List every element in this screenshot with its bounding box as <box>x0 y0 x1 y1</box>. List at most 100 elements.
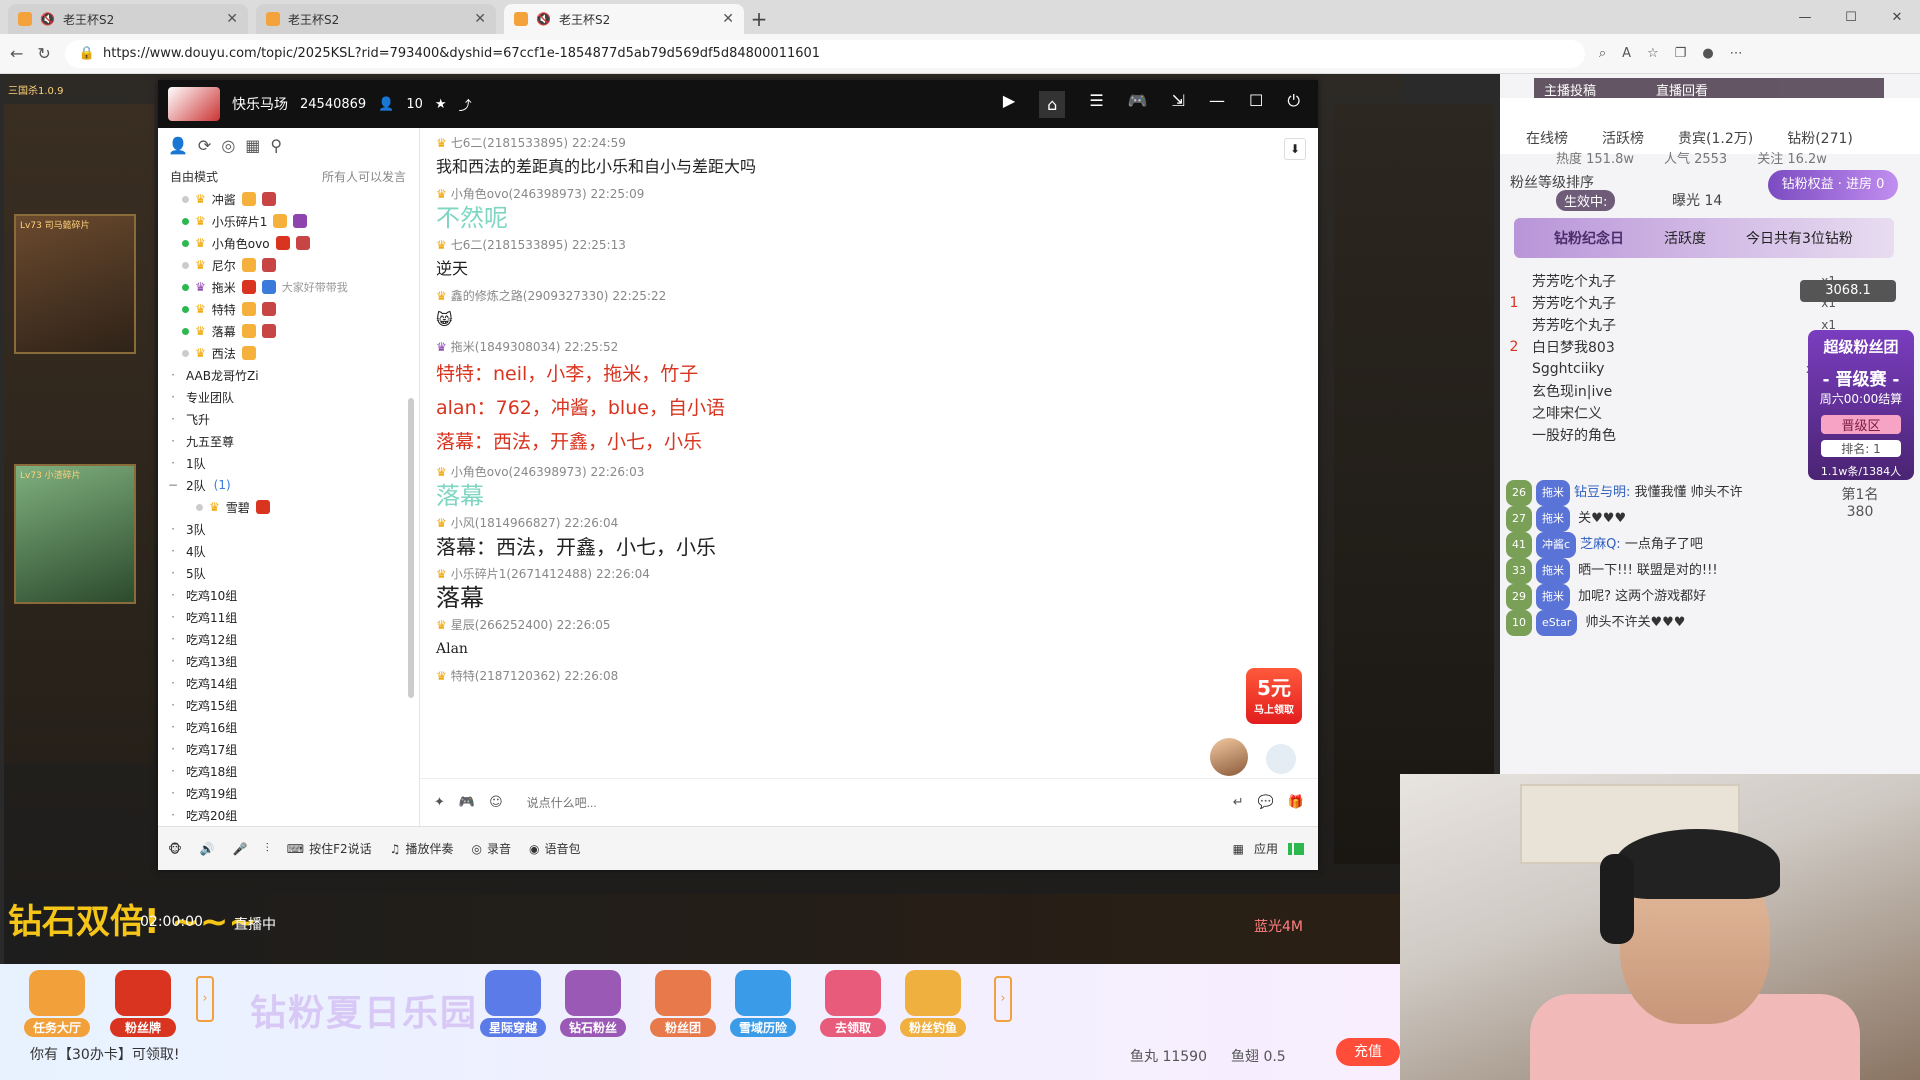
scroll-down-icon[interactable]: ⬇ <box>1284 138 1306 160</box>
activity-item[interactable]: 雪域历险 <box>730 970 796 1040</box>
tab-active[interactable]: 活跃榜 <box>1602 128 1644 148</box>
chat-input[interactable] <box>526 795 967 810</box>
activity-item[interactable]: 星际穿越 <box>480 970 546 1040</box>
charge-button[interactable]: 充值 <box>1336 1038 1400 1066</box>
expand-icon[interactable]: · <box>168 786 178 800</box>
search-icon[interactable]: ⚲ <box>270 136 282 155</box>
gift-icon[interactable]: 🎁 <box>1288 795 1304 810</box>
message-user[interactable]: 特特(2187120362) <box>451 669 561 683</box>
activity-item[interactable]: 钻石粉丝 <box>560 970 626 1040</box>
activity-item[interactable]: 任务大厅 <box>24 970 90 1040</box>
expand-icon[interactable]: · <box>168 566 178 580</box>
gamepad-icon[interactable]: 🎮 <box>1128 91 1148 118</box>
expand-icon[interactable]: · <box>168 412 178 426</box>
zoom-icon[interactable]: ⌕ <box>1599 46 1606 61</box>
chat-bubble-icon[interactable]: 💬 <box>1258 795 1274 810</box>
super-fan-card[interactable]: 超级粉丝团 - 晋级赛 - 周六00:00结算 晋级区 排名: 1 1.1w条/… <box>1808 330 1914 480</box>
expand-icon[interactable]: · <box>168 522 178 536</box>
tab-online[interactable]: 在线榜 <box>1526 128 1568 148</box>
browser-tab-2[interactable]: 老王杯S2 ✕ <box>256 4 496 34</box>
minimize-icon[interactable]: — <box>1782 10 1828 25</box>
mixer-icon[interactable]: ⫶ <box>266 841 269 856</box>
expand-icon[interactable]: · <box>168 764 178 778</box>
danmaku-item[interactable]: 26 拖米 钻豆与明: 我懂我懂 帅头不许 <box>1506 480 1856 506</box>
message-user[interactable]: 七6二(2181533895) <box>451 238 568 252</box>
tab-diamond[interactable]: 钻粉(271) <box>1787 128 1853 148</box>
url-field[interactable]: 🔒 https://www.douyu.com/topic/2025KSL?ri… <box>64 39 1585 68</box>
list-icon[interactable]: ☰ <box>1089 91 1103 118</box>
video-icon[interactable]: ▶ <box>1003 91 1015 118</box>
star-icon[interactable]: ★ <box>435 97 447 112</box>
group-row[interactable]: · 专业团队 <box>168 386 408 408</box>
sort-label[interactable]: 粉丝等级排序 <box>1510 172 1594 192</box>
user-row[interactable]: ♛ 特特 <box>168 298 408 320</box>
reload-icon[interactable]: ↻ <box>37 44 50 63</box>
group-row[interactable]: · 吃鸡16组 <box>168 716 408 738</box>
read-aloud-icon[interactable]: A <box>1622 46 1631 61</box>
push-to-talk-button[interactable]: ⌨ 按住F2说话 <box>287 840 372 857</box>
expand-icon[interactable]: · <box>168 390 178 404</box>
group-row[interactable]: · 吃鸡18组 <box>168 760 408 782</box>
group-row[interactable]: · 4队 <box>168 540 408 562</box>
apps-icon[interactable]: ▦ <box>1233 842 1244 856</box>
danmaku-item[interactable]: 41 冲酱c 芝麻Q: 一点角子了吧 <box>1506 532 1856 558</box>
user-row[interactable]: ♛ 雪碧 <box>168 496 408 518</box>
activity-item[interactable]: 粉丝团 <box>650 970 716 1040</box>
expand-icon[interactable]: · <box>168 676 178 690</box>
chat-mode[interactable]: 自由模式 <box>170 168 218 185</box>
settings-icon[interactable] <box>1266 744 1296 774</box>
submit-link[interactable]: 主播投稿 <box>1544 80 1596 99</box>
expand-icon[interactable]: · <box>168 610 178 624</box>
gamepad-icon[interactable]: 🎮 <box>459 795 475 810</box>
claim-notice[interactable]: 你有【30办卡】可领取! <box>30 1044 179 1064</box>
expand-icon[interactable]: · <box>168 588 178 602</box>
close-tab-icon[interactable]: ✕ <box>226 11 238 27</box>
avatar[interactable] <box>1210 738 1248 776</box>
expand-icon[interactable]: · <box>168 456 178 470</box>
back-icon[interactable]: ← <box>10 44 23 63</box>
close-window-icon[interactable]: ✕ <box>1874 10 1920 25</box>
chevron-right-icon[interactable]: › <box>196 976 214 1022</box>
group-row[interactable]: · 吃鸡10组 <box>168 584 408 606</box>
refresh-icon[interactable]: ⟳ <box>198 136 211 155</box>
emoji-icon[interactable]: ☺ <box>489 795 503 810</box>
message-user[interactable]: 拖米(1849308034) <box>451 340 561 354</box>
activity-item[interactable]: 粉丝钓鱼 <box>900 970 966 1040</box>
group-row[interactable]: · 吃鸡11组 <box>168 606 408 628</box>
group-row[interactable]: · 吃鸡17组 <box>168 738 408 760</box>
user-row[interactable]: ♛ 西法 <box>168 342 408 364</box>
redpacket-button[interactable]: 5元 马上领取 <box>1246 668 1302 724</box>
mute-icon[interactable]: 🔇 <box>536 12 551 26</box>
expand-icon[interactable]: · <box>168 654 178 668</box>
record-button[interactable]: ◎ 录音 <box>471 840 511 857</box>
minimize-icon[interactable]: — <box>1209 91 1225 118</box>
expand-icon[interactable]: · <box>168 368 178 382</box>
activity-item[interactable]: 去领取 <box>820 970 886 1040</box>
expand-icon[interactable]: · <box>168 808 178 822</box>
board-icon[interactable]: ▦ <box>245 136 260 155</box>
expand-icon[interactable]: · <box>168 544 178 558</box>
expand-icon[interactable]: · <box>168 434 178 448</box>
user-row[interactable]: ♛ 拖米 大家好带带我 <box>168 276 408 298</box>
share-icon[interactable]: ⤴ <box>459 95 472 114</box>
message-user[interactable]: 小角色ovo(246398973) <box>451 465 587 479</box>
anniversary-banner[interactable]: 钻粉纪念日 活跃度 今日共有3位钻粉 <box>1514 218 1894 258</box>
voice-pack-button[interactable]: ◉ 语音包 <box>529 840 581 857</box>
mute-icon[interactable]: 🔇 <box>40 12 55 26</box>
group-row[interactable]: · 吃鸡20组 <box>168 804 408 826</box>
profile-icon[interactable]: ● <box>1702 46 1713 61</box>
download-icon[interactable]: ⇲ <box>1172 91 1185 118</box>
group-row[interactable]: · 九五至尊 <box>168 430 408 452</box>
group-row[interactable]: · 飞升 <box>168 408 408 430</box>
group-row[interactable]: · 吃鸡14组 <box>168 672 408 694</box>
activity-item[interactable]: 粉丝牌 <box>110 970 176 1040</box>
group-row[interactable]: · 吃鸡12组 <box>168 628 408 650</box>
mic-icon[interactable]: 🎤 <box>233 842 248 856</box>
maximize-icon[interactable]: ☐ <box>1828 10 1874 25</box>
sidebar-scrollbar[interactable] <box>408 398 414 698</box>
user-row[interactable]: ♛ 落幕 <box>168 320 408 342</box>
danmaku-item[interactable]: 10 eStar 帅头不许关♥♥♥ <box>1506 610 1856 636</box>
more-icon[interactable]: ⋯ <box>1730 46 1743 61</box>
group-row[interactable]: · 吃鸡15组 <box>168 694 408 716</box>
location-icon[interactable]: ◎ <box>221 136 235 155</box>
